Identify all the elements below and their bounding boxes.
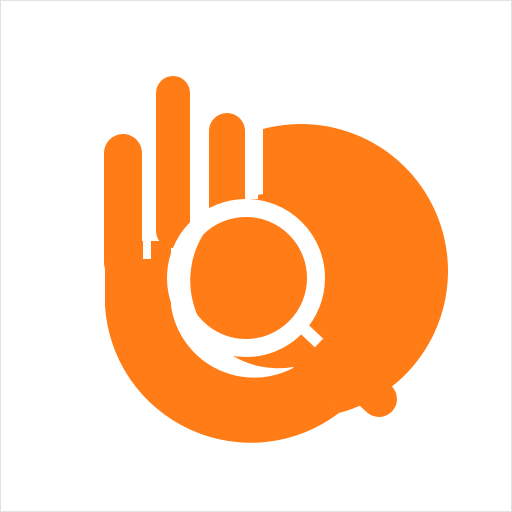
hand-magnifier-logo-icon <box>104 76 448 443</box>
magnifier-lens-shape <box>194 226 298 330</box>
app-icon-canvas <box>0 0 512 512</box>
